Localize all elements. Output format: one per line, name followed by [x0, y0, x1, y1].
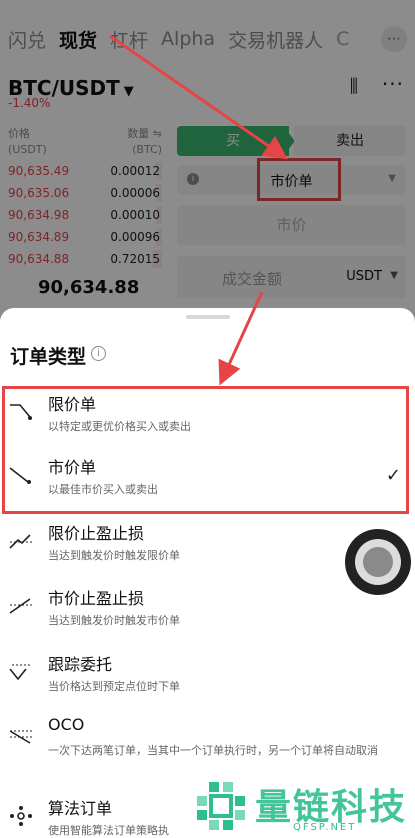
option-trailing-order[interactable]: 跟踪委托 当价格达到预定点位时下单 — [0, 648, 415, 710]
option-desc: 当达到触发价时触发限价单 — [48, 549, 180, 562]
option-name: OCO — [48, 715, 85, 734]
trailing-order-icon — [9, 664, 32, 681]
sheet-title: 订单类型 — [10, 346, 87, 368]
option-name: 限价止盈止损 — [48, 524, 145, 543]
watermark-sub: QFSP.NET — [293, 822, 357, 833]
option-stop-market[interactable]: 市价止盈止损 当达到触发价时触发市价单 — [0, 582, 415, 644]
title-info-icon[interactable]: i — [91, 346, 106, 361]
option-desc: 当达到触发价时触发市价单 — [48, 614, 180, 627]
watermark-logo — [197, 782, 245, 830]
oco-icon — [9, 730, 32, 744]
stop-market-icon — [9, 598, 32, 614]
stop-limit-icon — [9, 534, 32, 549]
annotation-box-order-options — [2, 386, 409, 514]
order-type-sheet: 订单类型 i 限价单 以特定或更优价格买入或卖出 市价单 以最佳市价买入或卖出 … — [0, 308, 415, 838]
algo-order-icon — [10, 806, 32, 826]
sheet-drag-handle[interactable] — [186, 315, 230, 319]
assistive-core — [363, 547, 393, 577]
assistive-touch-button[interactable] — [345, 529, 411, 595]
option-oco[interactable]: OCO 一次下达两笔订单，当其中一个订单执行时，另一个订单将自动取消 — [0, 712, 415, 782]
option-desc: 使用智能算法订单策略执 — [48, 824, 169, 837]
option-desc: 当价格达到预定点位时下单 — [48, 680, 180, 693]
option-name: 跟踪委托 — [48, 655, 113, 674]
option-desc: 一次下达两笔订单，当其中一个订单执行时，另一个订单将自动取消 — [48, 744, 378, 757]
option-name: 市价止盈止损 — [48, 589, 145, 608]
option-name: 算法订单 — [48, 799, 113, 818]
watermark: 量链科技 QFSP.NET — [195, 776, 415, 838]
